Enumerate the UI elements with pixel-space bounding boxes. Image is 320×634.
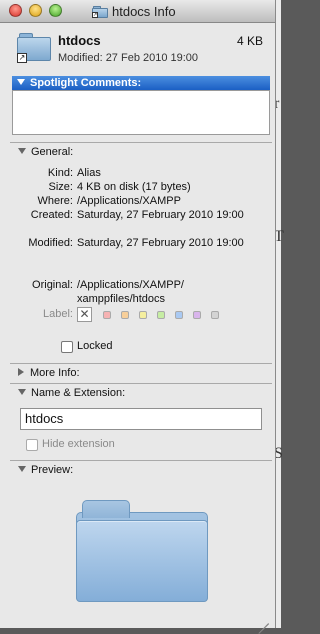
disclosure-triangle-icon[interactable] [18,389,26,395]
label-color-swatch[interactable] [211,311,219,319]
minimize-button[interactable] [29,4,42,17]
spotlight-comments-header[interactable]: Spotlight Comments: [12,76,270,90]
disclosure-triangle-icon[interactable] [18,466,26,472]
where-value: /Applications/XAMPP [77,195,181,207]
folder-alias-icon: ↗ [17,33,51,63]
label-key: Label: [43,308,73,320]
item-size: 4 KB [236,34,263,48]
resize-grip-icon[interactable] [258,614,269,634]
label-color-swatch[interactable] [157,311,165,319]
more-info-section-header[interactable]: More Info: [18,367,80,379]
more-info-label: More Info: [30,367,80,379]
title-bar[interactable]: ↗ htdocs Info [0,0,275,23]
hide-extension-checkbox[interactable] [26,439,38,451]
spotlight-comments-label: Spotlight Comments: [30,77,142,89]
section-divider [10,383,272,384]
label-row: Label: ✕ [0,307,275,323]
original-key: Original: [32,279,73,291]
hide-extension-label: Hide extension [42,438,115,450]
item-name: htdocs [58,33,101,48]
kind-key: Kind: [47,167,73,179]
name-extension-label: Name & Extension: [31,387,126,399]
modified-key: Modified: [28,237,73,249]
created-key: Created: [30,209,73,221]
folder-preview-icon [76,500,208,602]
label-color-swatch[interactable] [121,311,129,319]
item-modified: Modified: 27 Feb 2010 19:00 [58,52,199,64]
preview-section-header[interactable]: Preview: [18,464,73,476]
locked-label: Locked [77,340,113,352]
locked-checkbox[interactable] [61,341,73,353]
info-header: ↗ htdocs 4 KB Modified: 27 Feb 2010 19:0… [0,23,275,73]
where-key: Where: [37,195,73,207]
general-section-header[interactable]: General: [18,146,73,158]
name-extension-section-header[interactable]: Name & Extension: [18,387,125,399]
section-divider [10,363,272,364]
size-key: Size: [48,181,73,193]
folder-alias-icon: ↗ [92,5,108,18]
modified-value: Saturday, 27 February 2010 19:00 [77,237,244,249]
disclosure-triangle-icon[interactable] [18,148,26,154]
size-value: 4 KB on disk (17 bytes) [77,181,191,193]
zoom-button[interactable] [49,4,62,17]
section-divider [10,142,272,143]
original-value: /Applications/XAMPP/ xamppfiles/htdocs [77,279,184,305]
window-title: ↗ htdocs Info [92,3,176,19]
close-button[interactable] [9,4,22,17]
label-color-swatch[interactable] [139,311,147,319]
window-title-text: htdocs Info [112,3,176,19]
label-color-swatch[interactable] [175,311,183,319]
spotlight-comments-field[interactable] [12,90,270,135]
general-label: General: [31,146,74,158]
label-color-swatch[interactable] [103,311,111,319]
preview-label: Preview: [31,464,74,476]
label-color-swatch[interactable] [193,311,201,319]
info-window: ↗ htdocs Info ↗ htdocs 4 KB Modified: 27… [0,0,276,634]
created-value: Saturday, 27 February 2010 19:00 [77,209,244,221]
no-label-icon[interactable]: ✕ [77,307,92,322]
kind-value: Alias [77,167,101,179]
section-divider [10,460,272,461]
disclosure-triangle-icon[interactable] [17,79,25,85]
disclosure-triangle-icon[interactable] [18,368,24,376]
name-field[interactable]: htdocs [20,408,262,430]
